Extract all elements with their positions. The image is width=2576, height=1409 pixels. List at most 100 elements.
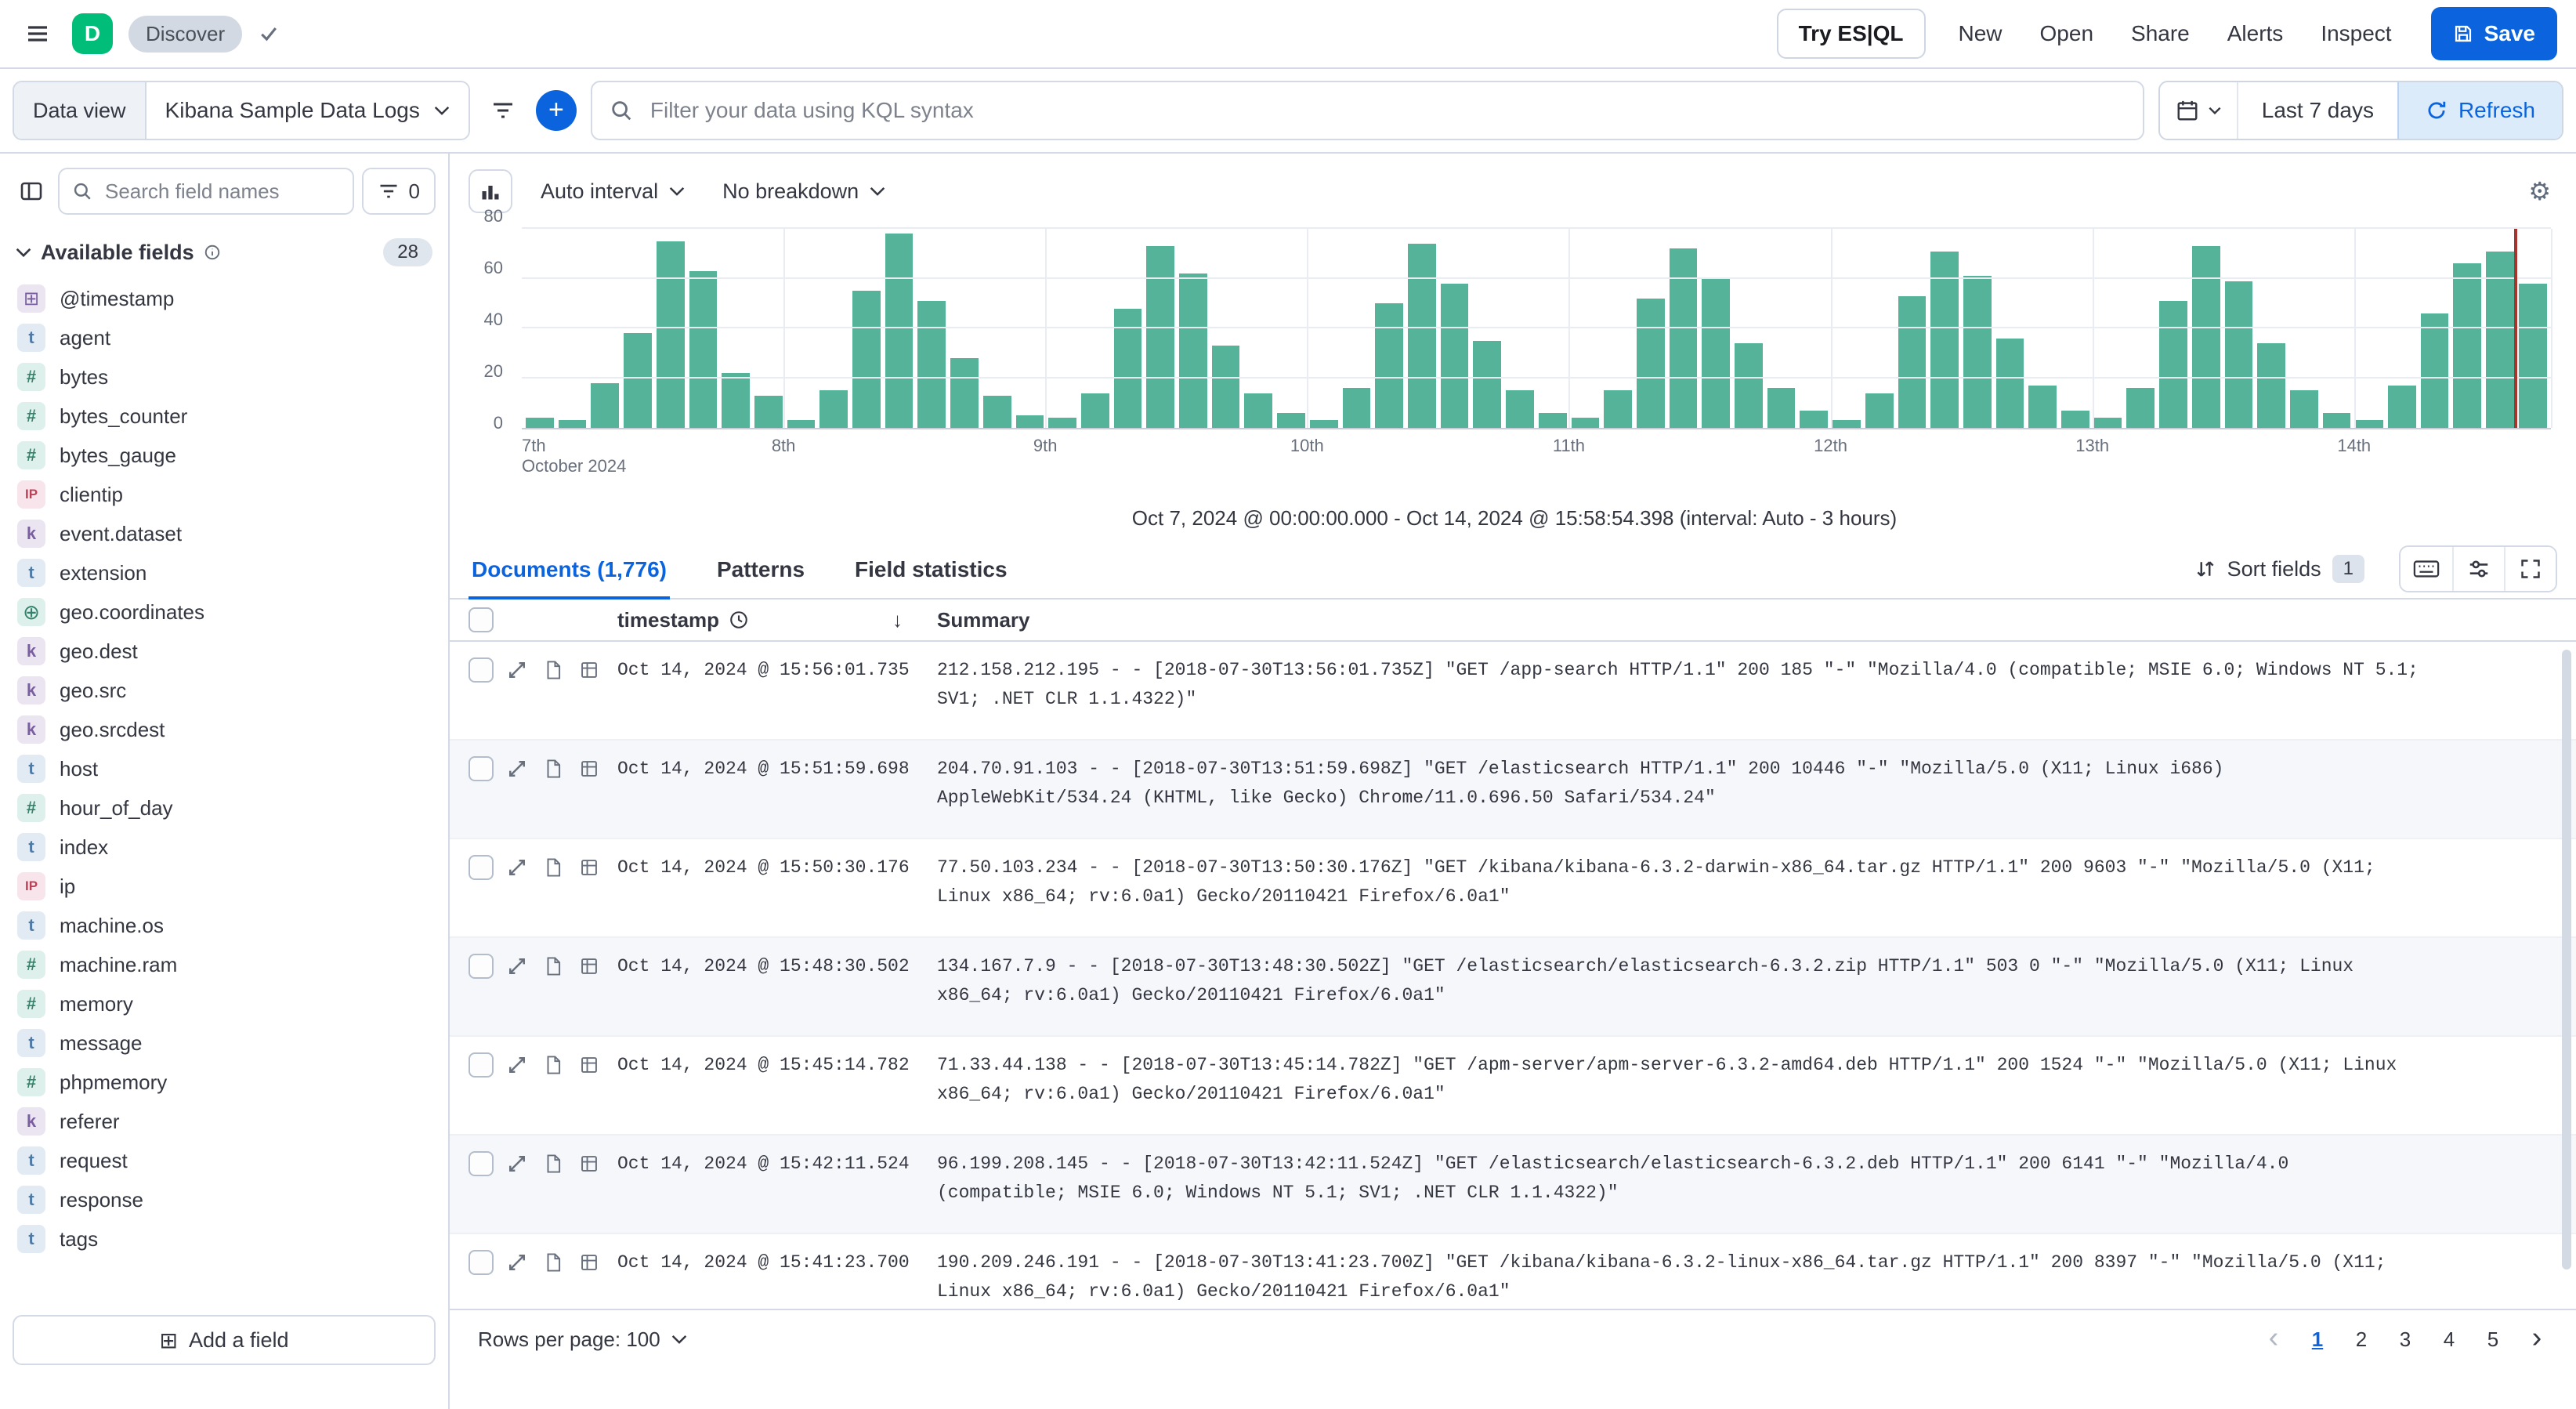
try-esql-button[interactable]: Try ES|QL (1776, 9, 1926, 59)
next-page-icon[interactable]: › (2516, 1319, 2557, 1360)
row-checkbox[interactable] (469, 954, 494, 979)
table-view-icon[interactable] (577, 756, 602, 781)
field-item[interactable]: k geo.src (6, 671, 442, 710)
expand-row-icon[interactable] (505, 756, 530, 781)
available-fields-title: Available fields (41, 240, 194, 264)
chart-options-gear-icon[interactable]: ⚙ (2519, 173, 2560, 209)
expand-row-icon[interactable] (505, 954, 530, 979)
field-item[interactable]: # bytes_counter (6, 397, 442, 436)
header-action-link[interactable]: Alerts (2210, 12, 2301, 56)
document-icon[interactable] (541, 756, 566, 781)
field-item[interactable]: # bytes (6, 357, 442, 397)
add-filter-button[interactable]: + (535, 90, 577, 131)
save-button[interactable]: Save (2430, 7, 2557, 60)
field-item[interactable]: t extension (6, 553, 442, 592)
field-item[interactable]: t agent (6, 318, 442, 357)
space-avatar[interactable]: D (72, 13, 113, 54)
field-item[interactable]: # memory (6, 984, 442, 1023)
filter-icon[interactable] (484, 92, 522, 129)
field-item[interactable]: t response (6, 1180, 442, 1219)
row-checkbox[interactable] (469, 855, 494, 880)
expand-row-icon[interactable] (505, 1052, 530, 1078)
page-number-button[interactable]: 2 (2341, 1319, 2382, 1360)
expand-row-icon[interactable] (505, 1250, 530, 1275)
page-number-button[interactable]: 3 (2385, 1319, 2426, 1360)
header-action-link[interactable]: Inspect (2303, 12, 2408, 56)
field-item[interactable]: # phpmemory (6, 1063, 442, 1102)
auto-interval-button[interactable]: Auto interval (531, 173, 694, 210)
field-filter-button[interactable]: 0 (361, 168, 436, 215)
field-item[interactable]: k geo.dest (6, 632, 442, 671)
kql-input[interactable] (646, 96, 2126, 125)
menu-icon[interactable] (19, 15, 56, 53)
data-view-picker[interactable]: Data view Kibana Sample Data Logs (13, 81, 470, 140)
expand-row-icon[interactable] (505, 855, 530, 880)
field-item[interactable]: t request (6, 1141, 442, 1180)
time-range-button[interactable]: Last 7 days (2238, 82, 2397, 139)
field-item[interactable]: # hour_of_day (6, 788, 442, 828)
field-item[interactable]: ⊞ @timestamp (6, 279, 442, 318)
fields-sidebar: 0 Available fields 28 ⊞ @timestamp (0, 154, 450, 1409)
document-icon[interactable] (541, 855, 566, 880)
available-fields-header[interactable]: Available fields 28 (0, 238, 448, 266)
expand-row-icon[interactable] (505, 1151, 530, 1176)
row-checkbox[interactable] (469, 756, 494, 781)
field-item[interactable]: k referer (6, 1102, 442, 1141)
header-action-link[interactable]: Share (2114, 12, 2207, 56)
field-item[interactable]: ⊕ geo.coordinates (6, 592, 442, 632)
field-item[interactable]: # bytes_gauge (6, 436, 442, 475)
select-all-checkbox[interactable] (469, 607, 494, 632)
table-view-icon[interactable] (577, 1151, 602, 1176)
field-item[interactable]: # machine.ram (6, 945, 442, 984)
field-item[interactable]: k event.dataset (6, 514, 442, 553)
page-number-button[interactable]: 1 (2297, 1319, 2338, 1360)
table-view-icon[interactable] (577, 954, 602, 979)
field-item[interactable]: t tags (6, 1219, 442, 1259)
tab[interactable]: Patterns (714, 540, 808, 599)
table-scrollbar[interactable] (2562, 650, 2571, 1270)
row-checkbox[interactable] (469, 1052, 494, 1078)
field-item[interactable]: t machine.os (6, 906, 442, 945)
page-number-button[interactable]: 5 (2473, 1319, 2513, 1360)
row-checkbox[interactable] (469, 1151, 494, 1176)
table-view-icon[interactable] (577, 1250, 602, 1275)
page-number-button[interactable]: 4 (2429, 1319, 2469, 1360)
document-icon[interactable] (541, 1250, 566, 1275)
row-checkbox[interactable] (469, 657, 494, 683)
timestamp-column-header[interactable]: timestamp ↓ (617, 608, 915, 632)
table-view-icon[interactable] (577, 1052, 602, 1078)
header-action-link[interactable]: New (1941, 12, 2020, 56)
field-item[interactable]: t index (6, 828, 442, 867)
header-action-link[interactable]: Open (2023, 12, 2111, 56)
field-item[interactable]: IP clientip (6, 475, 442, 514)
sort-fields-button[interactable]: Sort fields 1 (2185, 553, 2374, 585)
field-item[interactable]: t message (6, 1023, 442, 1063)
sort-desc-icon[interactable]: ↓ (892, 608, 915, 632)
document-icon[interactable] (541, 1052, 566, 1078)
refresh-button[interactable]: Refresh (2397, 82, 2562, 139)
prev-page-icon[interactable]: ‹ (2253, 1319, 2294, 1360)
breadcrumb[interactable]: Discover (128, 15, 243, 53)
add-field-button[interactable]: ⊞ Add a field (13, 1315, 436, 1365)
breakdown-button[interactable]: No breakdown (713, 173, 895, 210)
tab[interactable]: Documents (1,776) (469, 540, 670, 599)
field-item[interactable]: IP ip (6, 867, 442, 906)
field-search-input[interactable] (102, 177, 340, 205)
table-view-icon[interactable] (577, 855, 602, 880)
fullscreen-icon[interactable] (2504, 547, 2556, 591)
document-icon[interactable] (541, 1151, 566, 1176)
document-icon[interactable] (541, 657, 566, 683)
display-options-icon[interactable] (2452, 547, 2504, 591)
field-type-icon: # (17, 951, 45, 979)
table-view-icon[interactable] (577, 657, 602, 683)
collapse-sidebar-icon[interactable] (13, 172, 50, 210)
date-picker-button[interactable] (2159, 82, 2238, 139)
document-icon[interactable] (541, 954, 566, 979)
tab[interactable]: Field statistics (852, 540, 1011, 599)
row-checkbox[interactable] (469, 1250, 494, 1275)
field-item[interactable]: t host (6, 749, 442, 788)
field-item[interactable]: k geo.srcdest (6, 710, 442, 749)
expand-row-icon[interactable] (505, 657, 530, 683)
keyboard-shortcuts-icon[interactable] (2401, 547, 2452, 591)
rows-per-page-button[interactable]: Rows per page: 100 (469, 1326, 696, 1353)
